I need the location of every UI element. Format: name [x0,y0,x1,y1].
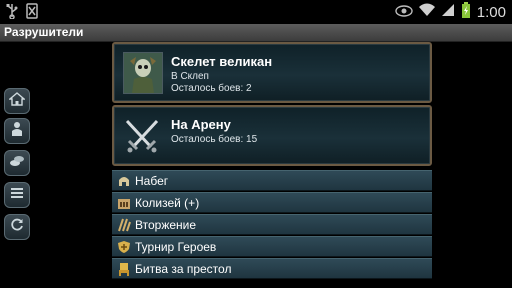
quest-card-arena[interactable]: На Арену Осталось боев: 15 [112,105,432,166]
menu-item-invasion[interactable]: Вторжение [112,214,432,235]
app-title: Разрушители [4,25,84,39]
menu-item-label: Вторжение [135,218,197,232]
menu-item-throne-battle[interactable]: Битва за престол [112,258,432,279]
status-bar: 1:00 [0,0,512,24]
character-icon [10,121,24,142]
home-icon [8,91,26,111]
menu-item-label: Битва за престол [135,262,232,276]
clock: 1:00 [476,4,506,21]
card-title: На Арену [171,117,231,132]
card-battles-left: Осталось боев: 2 [171,83,252,94]
refresh-icon [10,218,24,237]
coliseum-icon [117,196,131,210]
quest-card-skeleton[interactable]: Скелет великан В Склеп Осталось боев: 2 [112,42,432,103]
card-title: Скелет великан [171,54,273,69]
card-battles-left: Осталось боев: 15 [171,134,258,145]
menu-item-label: Турнир Героев [135,240,217,254]
eye-icon [395,4,413,22]
skeleton-giant-portrait [123,52,163,94]
sidebar-home-button[interactable] [4,88,30,114]
sidebar-refresh-button[interactable] [4,214,30,240]
menu-item-raid[interactable]: Набег [112,170,432,191]
signal-icon [441,3,455,22]
wifi-icon [418,3,435,22]
battery-icon [461,2,471,23]
shield-icon [117,240,131,254]
menu-item-heroes-tournament[interactable]: Турнир Героев [112,236,432,257]
sidebar-coins-button[interactable] [4,150,30,176]
sidebar-character-button[interactable] [4,118,30,144]
helmet-icon [117,174,131,188]
invasion-icon [117,218,131,232]
action-bar: Разрушители [0,24,512,42]
menu-item-coliseum[interactable]: Колизей (+) [112,192,432,213]
no-sim-icon [26,3,38,24]
usb-icon [6,3,18,24]
card-location: В Склеп [171,71,209,82]
coins-icon [9,154,25,173]
menu-item-label: Колизей (+) [135,196,200,210]
crossed-swords-icon [123,115,161,155]
throne-icon [117,262,131,276]
list-icon [10,186,24,204]
sidebar-list-button[interactable] [4,182,30,208]
menu-item-label: Набег [135,174,169,188]
sidebar [0,42,34,288]
